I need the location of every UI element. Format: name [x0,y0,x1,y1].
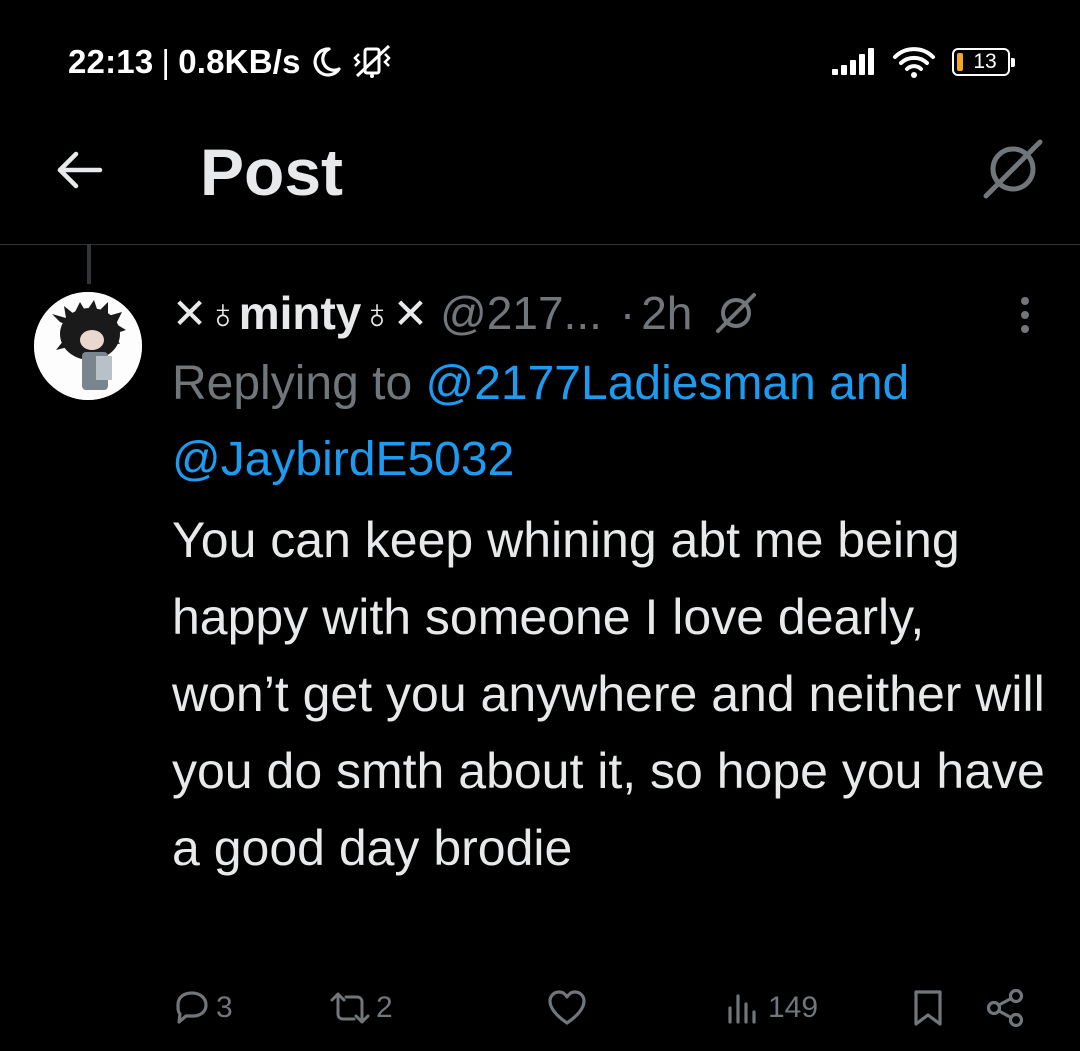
share-button[interactable] [984,980,1026,1036]
vibrate-mute-icon [352,44,391,78]
mention-link[interactable]: @2177Ladiesman [425,357,815,410]
status-time: 22:13 [68,43,154,80]
analytics-icon [728,994,756,1024]
bookmark-button[interactable] [910,980,946,1036]
post-grok-button[interactable] [714,291,758,335]
reply-count: 3 [216,991,233,1024]
action-bar: 3 2 149 [172,980,1042,1036]
page-title: Post [200,135,344,209]
display-name-suffix: ♁✕ [361,289,429,337]
reply-button[interactable]: 3 [172,980,233,1036]
replying-and: and [829,357,910,410]
status-right: 13 [830,40,1015,84]
status-left: 22:13 | 0.8KB/s [68,40,395,84]
share-icon [986,988,1024,1028]
back-button[interactable] [50,140,110,200]
status-bar: 22:13 | 0.8KB/s 13 [0,0,1080,120]
network-speed: 0.8KB/s [178,43,301,80]
grok-icon [716,293,757,333]
status-separator: | [161,43,171,80]
repost-count: 2 [376,991,393,1024]
top-app-bar: Post [0,120,1080,245]
battery-nub [1011,58,1015,67]
grok-button[interactable] [980,136,1046,202]
thread-line [87,244,91,284]
meta-dot: · [619,287,636,339]
bookmark-icon [914,990,942,1026]
post-text: You can keep whining abt me being happy … [172,512,1045,876]
moon-icon [313,47,341,77]
views-count: 149 [768,991,819,1024]
post-time[interactable]: 2h [641,286,692,340]
like-button[interactable] [546,980,592,1036]
battery-level: 13 [973,50,997,73]
display-name[interactable]: ✕♁ minty ♁✕ [172,286,428,340]
reply-icon [176,991,208,1024]
heart-icon [548,990,586,1025]
battery-icon: 13 [952,48,1015,76]
repost-icon [330,992,370,1024]
replying-to: Replying to @2177Ladiesman and @JaybirdE… [172,346,1052,498]
avatar[interactable] [34,292,142,400]
avatar-image [34,292,142,400]
arrow-left-icon [57,151,103,189]
signal-icon [832,48,874,75]
display-name-prefix: ✕♁ [172,289,239,337]
more-vertical-icon [1021,297,1029,333]
battery-fill [957,53,963,71]
views-button[interactable]: 149 [724,980,818,1036]
wifi-icon [893,47,935,78]
user-handle[interactable]: @217... [440,286,602,340]
post-header: ✕♁ minty ♁✕ @217... · 2h [172,280,1052,346]
replying-prefix: Replying to [172,357,413,410]
grok-icon [983,139,1043,199]
more-options-button[interactable] [1010,290,1040,340]
mention-link[interactable]: @JaybirdE5032 [172,433,514,486]
repost-button[interactable]: 2 [328,980,393,1036]
display-name-core: minty [238,287,362,339]
